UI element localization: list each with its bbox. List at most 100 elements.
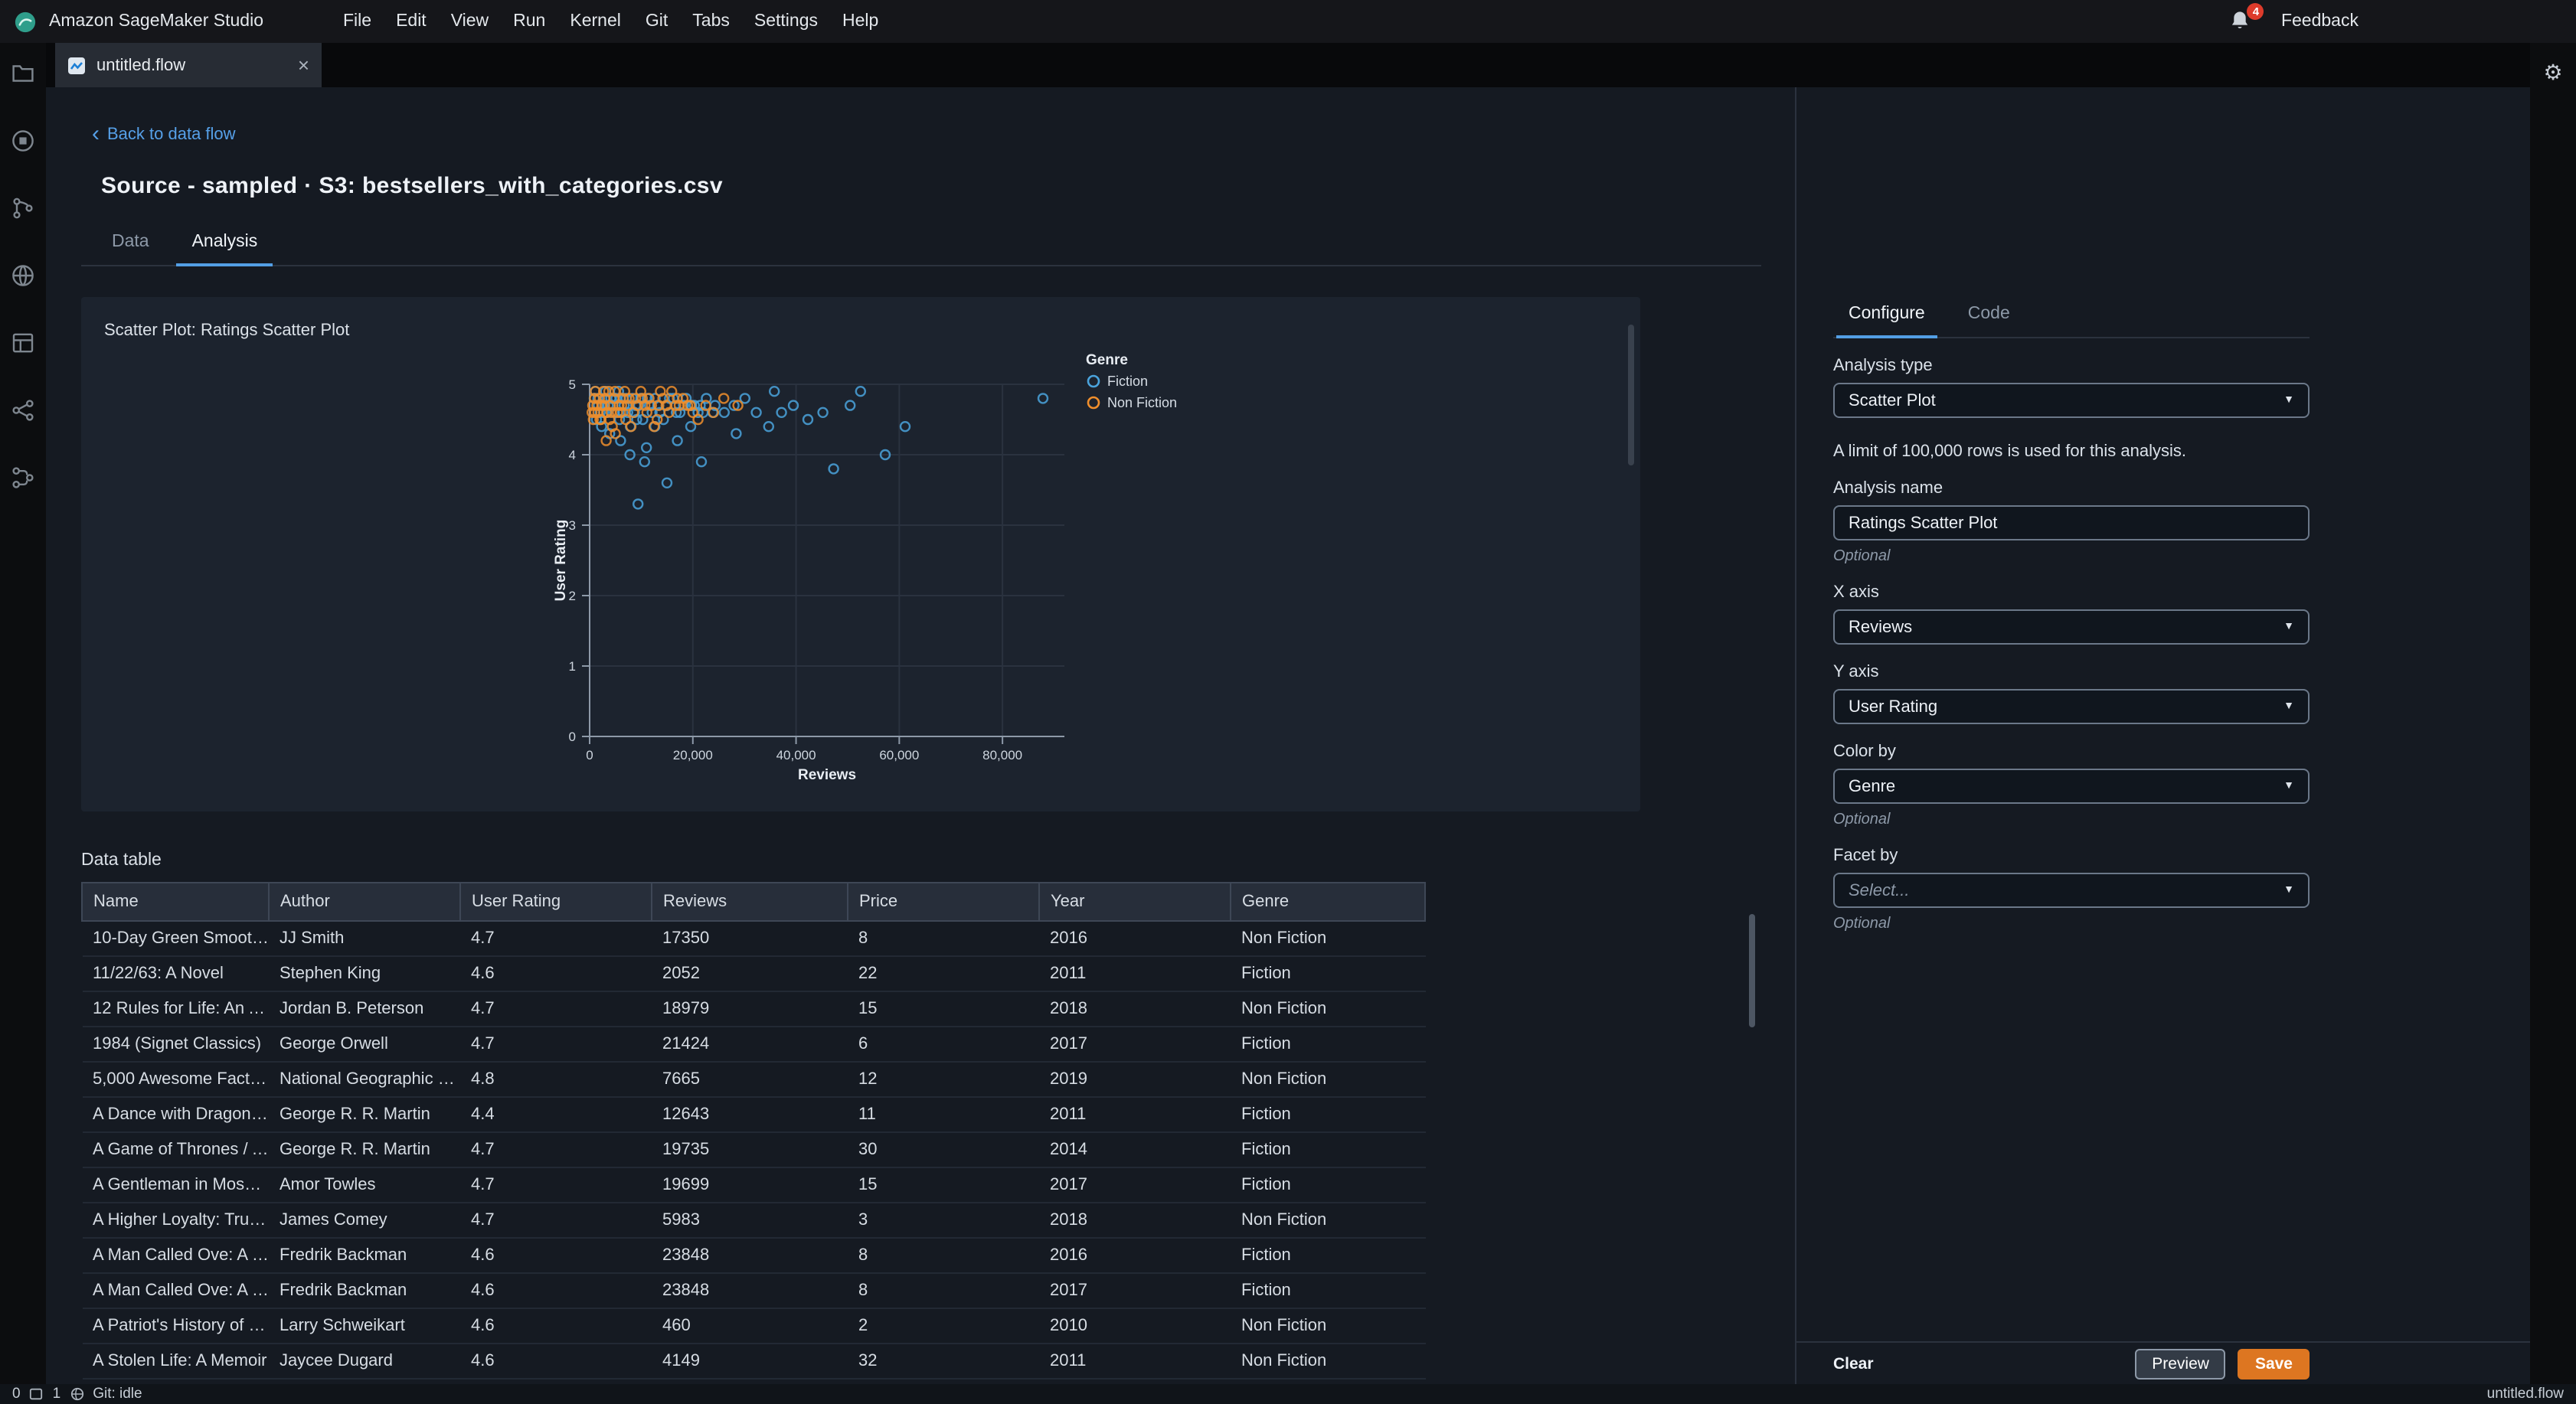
table-cell: 8 <box>848 1238 1039 1274</box>
menu-item-settings[interactable]: Settings <box>742 12 830 31</box>
table-cell: 6 <box>848 1027 1039 1063</box>
table-row: A Patriot's History of th... Larry Schwei… <box>82 1308 1425 1344</box>
menu-item-git[interactable]: Git <box>633 12 680 31</box>
kernel-icon <box>30 1388 43 1400</box>
configure-panel: Configure Code Analysis type Scatter Plo… <box>1795 87 2530 1384</box>
scrollbar-thumb[interactable] <box>1628 325 1634 465</box>
close-icon[interactable]: × <box>298 55 309 75</box>
chevron-down-icon: ▼ <box>2283 622 2294 632</box>
menu-item-view[interactable]: View <box>439 12 501 31</box>
table-cell: 2011 <box>1039 1097 1231 1133</box>
svg-text:3: 3 <box>569 518 576 533</box>
analysis-name-input[interactable] <box>1833 505 2310 540</box>
tab-data[interactable]: Data <box>90 233 171 265</box>
table-cell: Fiction <box>1231 1097 1425 1133</box>
svg-text:0: 0 <box>586 748 593 762</box>
table-cell: 4.6 <box>460 1273 652 1309</box>
back-chevron-icon: ‹ <box>92 121 100 147</box>
menu-item-file[interactable]: File <box>331 12 384 31</box>
table-cell: 4.7 <box>460 991 652 1027</box>
table-cell: 2016 <box>1039 1238 1231 1274</box>
table-row: A Game of Thrones / A ... George R. R. Ma… <box>82 1132 1425 1168</box>
color-by-select[interactable]: Genre ▼ <box>1833 769 2310 804</box>
optional-hint: Optional <box>1833 916 1891 932</box>
components-icon[interactable] <box>11 465 35 490</box>
y-axis-label: Y axis <box>1833 663 1879 681</box>
git-status[interactable]: Git: idle <box>93 1386 142 1402</box>
scrollbar-thumb[interactable] <box>1749 914 1755 1027</box>
analysis-type-label: Analysis type <box>1833 357 1933 375</box>
menu-item-edit[interactable]: Edit <box>384 12 439 31</box>
commands-icon[interactable] <box>11 263 35 288</box>
svg-text:4: 4 <box>569 448 576 462</box>
table-row: A Stolen Life: A Memoir Jayc­ee Dugard 4.6… <box>82 1344 1425 1380</box>
chevron-down-icon: ▼ <box>2283 395 2294 406</box>
column-header-user-rating: User Rating <box>459 882 652 922</box>
menu-item-kernel[interactable]: Kernel <box>557 12 633 31</box>
column-header-reviews: Reviews <box>651 882 848 922</box>
analysis-type-field: Analysis type Scatter Plot ▼ <box>1833 357 2310 418</box>
analysis-type-select[interactable]: Scatter Plot ▼ <box>1833 383 2310 418</box>
table-cell: 4.4 <box>460 1097 652 1133</box>
table-cell: Fiction <box>1231 1132 1425 1168</box>
registries-icon[interactable] <box>11 331 35 355</box>
git-icon[interactable] <box>11 196 35 220</box>
table-cell: JJ Smith <box>269 921 460 957</box>
feedback-link[interactable]: Feedback <box>2281 12 2359 31</box>
menu-item-run[interactable]: Run <box>501 12 557 31</box>
save-button[interactable]: Save <box>2238 1348 2310 1379</box>
table-cell: 2018 <box>1039 991 1231 1027</box>
menu-item-tabs[interactable]: Tabs <box>680 12 742 31</box>
optional-hint: Optional <box>1833 811 1891 828</box>
table-row: A Gentleman in Mosco... Amor Towles 4.7 196… <box>82 1167 1425 1203</box>
table-row: 12 Rules for Life: An An... Jordan B. Pet… <box>82 991 1425 1027</box>
svg-text:20,000: 20,000 <box>673 748 713 762</box>
data-table-title: Data table <box>81 851 162 870</box>
notifications-button[interactable]: 4 <box>2229 3 2264 34</box>
tab-untitled-flow[interactable]: untitled.flow × <box>55 43 322 87</box>
table-cell: A Stolen Life: A Memoir <box>82 1344 269 1380</box>
table-cell: 2016 <box>1039 921 1231 957</box>
table-row: A Man Called Ove: A No... Fredrik Backman… <box>82 1273 1425 1309</box>
table-row: 11/22/63: A Novel Stephen King 4.6 2052 22 20… <box>82 956 1425 992</box>
table-header-row: Name Author User Rating Reviews Price Year Gen… <box>81 882 1426 922</box>
table-cell: 8 <box>848 1273 1039 1309</box>
file-browser-icon[interactable] <box>11 61 35 86</box>
tab-code[interactable]: Code <box>1953 305 2025 337</box>
clear-button[interactable]: Clear <box>1833 1348 1874 1379</box>
menu-item-help[interactable]: Help <box>830 12 891 31</box>
table-cell: Non Fiction <box>1231 1062 1425 1098</box>
table-cell: 4.7 <box>460 1027 652 1063</box>
table-cell: 23848 <box>652 1238 848 1274</box>
configure-tabs: Configure Code <box>1833 305 2310 338</box>
x-axis-title: Reviews <box>798 767 856 783</box>
active-file-name: untitled.flow <box>2486 1386 2564 1402</box>
back-to-data-flow-link[interactable]: ‹ Back to data flow <box>92 121 236 147</box>
table-cell: 2011 <box>1039 1344 1231 1380</box>
app-title: Amazon SageMaker Studio <box>49 12 263 31</box>
table-cell: 1984 (Signet Classics) <box>82 1027 269 1063</box>
facet-by-select[interactable]: Select... ▼ <box>1833 873 2310 908</box>
table-cell: 12643 <box>652 1097 848 1133</box>
table-cell: 2017 <box>1039 1027 1231 1063</box>
table-cell: Stephen King <box>269 956 460 992</box>
preview-button[interactable]: Preview <box>2135 1348 2226 1379</box>
table-cell: 7665 <box>652 1062 848 1098</box>
table-cell: James Comey <box>269 1203 460 1239</box>
row-limit-note: A limit of 100,000 rows is used for this… <box>1833 442 2186 461</box>
table-row: A Dance with Dragons (... George R. R. Ma… <box>82 1097 1425 1133</box>
y-axis-select[interactable]: User Rating ▼ <box>1833 689 2310 724</box>
x-axis-select[interactable]: Reviews ▼ <box>1833 609 2310 645</box>
x-axis-field: X axis Reviews ▼ <box>1833 583 2310 645</box>
tab-analysis[interactable]: Analysis <box>171 233 280 266</box>
table-cell: Non Fiction <box>1231 921 1425 957</box>
pipelines-icon[interactable] <box>11 398 35 423</box>
table-cell: 4.7 <box>460 1203 652 1239</box>
settings-gear-icon[interactable]: ⚙ <box>2543 60 2562 84</box>
running-instances-icon[interactable] <box>11 129 35 153</box>
tab-configure[interactable]: Configure <box>1833 305 1940 338</box>
x-axis-label: X axis <box>1833 583 1879 602</box>
chevron-down-icon: ▼ <box>2283 701 2294 712</box>
table-cell: 12 Rules for Life: An An... <box>82 991 269 1027</box>
table-cell: Fiction <box>1231 1167 1425 1203</box>
